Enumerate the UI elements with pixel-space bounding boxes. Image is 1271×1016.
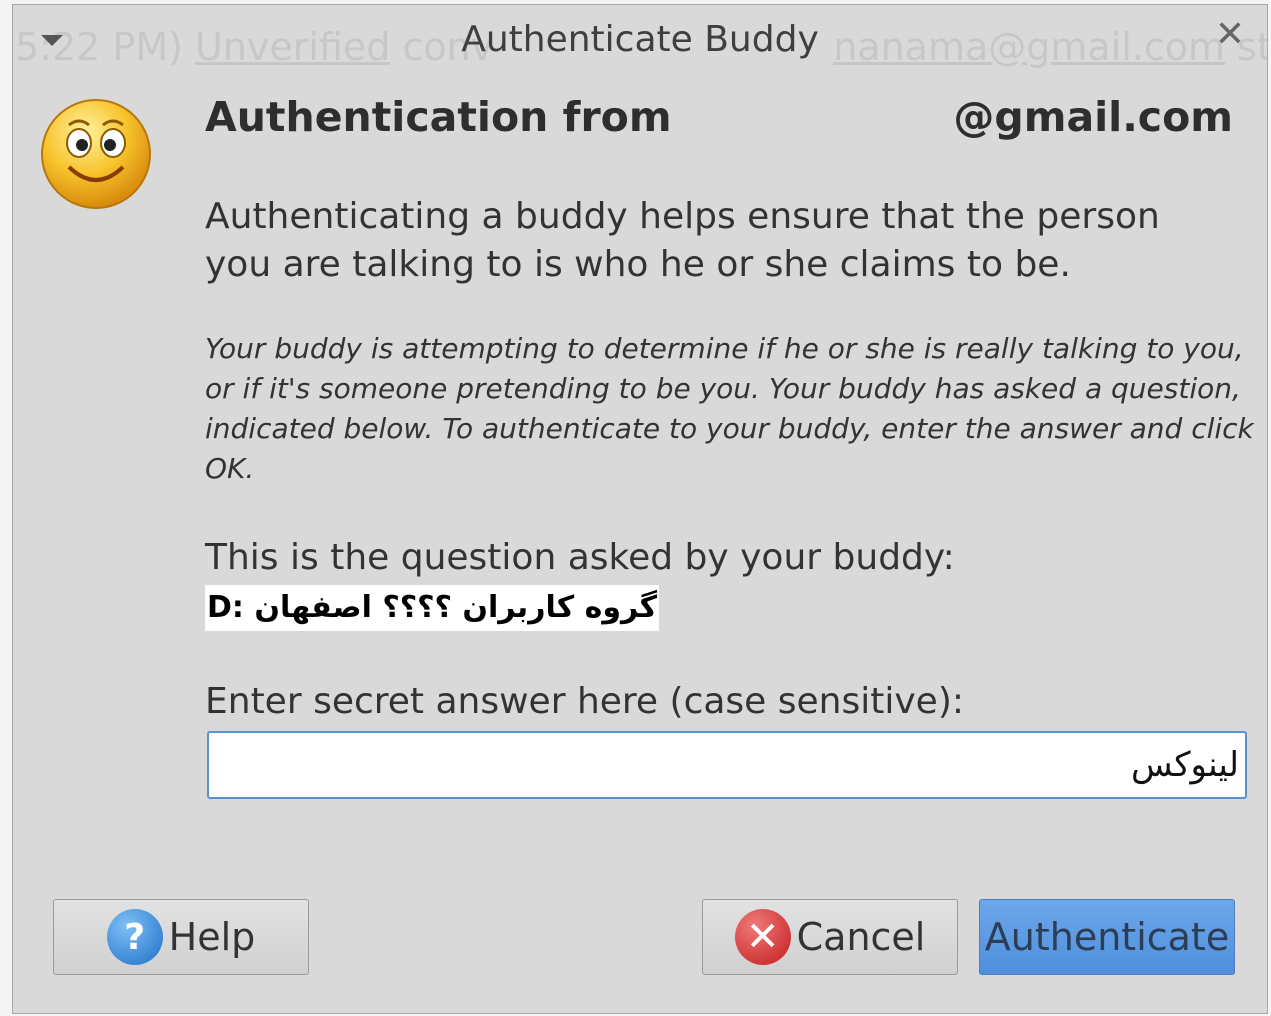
heading-left: Authentication from bbox=[205, 93, 672, 141]
answer-label: Enter secret answer here (case sensitive… bbox=[205, 681, 964, 722]
window-title: Authenticate Buddy bbox=[461, 19, 819, 60]
question-label: This is the question asked by your buddy… bbox=[205, 537, 955, 578]
help-label: Help bbox=[168, 915, 256, 959]
description-text: Authenticating a buddy helps ensure that… bbox=[205, 196, 1160, 285]
authenticate-label: Authenticate bbox=[984, 915, 1230, 959]
close-icon[interactable]: ✕ bbox=[1215, 17, 1245, 53]
authentication-heading: Authentication from @gmail.com bbox=[205, 93, 1233, 141]
question-value: گروه کاربران ؟؟؟؟ اصفهان :D bbox=[205, 585, 660, 631]
instructions-text: Your buddy is attempting to determine if… bbox=[205, 332, 1254, 485]
authenticate-button[interactable]: Authenticate bbox=[979, 899, 1235, 975]
cancel-label: Cancel bbox=[796, 915, 926, 959]
question-circle-icon: ? bbox=[106, 909, 163, 965]
secret-answer-input[interactable] bbox=[207, 731, 1247, 799]
cancel-button[interactable]: ✕ Cancel bbox=[702, 899, 958, 975]
help-button[interactable]: ? Help bbox=[53, 899, 309, 975]
heading-right: @gmail.com bbox=[953, 93, 1233, 141]
authenticate-buddy-dialog: 5:22 PM) Unverified conv nanama@gmail.com… bbox=[12, 4, 1268, 1014]
title-bar: 5:22 PM) Unverified conv nanama@gmail.com… bbox=[13, 5, 1267, 81]
smiley-icon bbox=[41, 99, 151, 209]
x-circle-icon: ✕ bbox=[734, 909, 791, 965]
